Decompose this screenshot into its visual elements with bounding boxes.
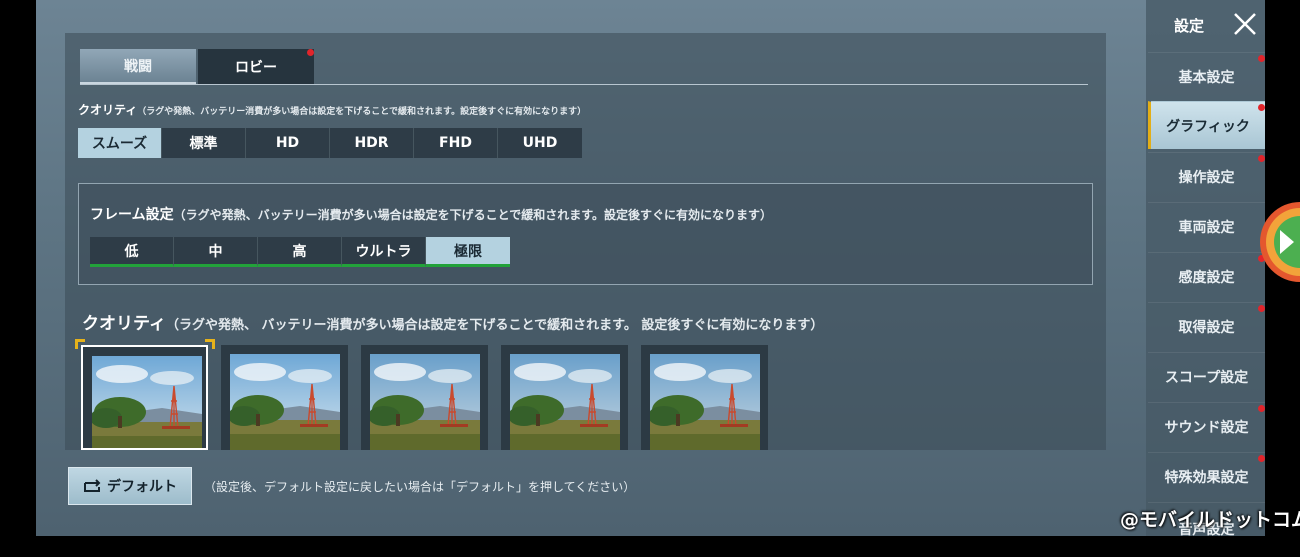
- sidebar-item-label: 感度設定: [1178, 269, 1235, 286]
- settings-title: 設定: [1174, 17, 1205, 35]
- close-button[interactable]: [1230, 9, 1260, 39]
- tab-lobby-label: ロビー: [235, 60, 277, 76]
- sidebar-item-vehicle[interactable]: 車両設定: [1148, 202, 1265, 250]
- default-note: （設定後、デフォルト設定に戻したい場合は「デフォルト」を押してください）: [204, 480, 636, 494]
- frame-option-high[interactable]: 高: [258, 237, 342, 267]
- tab-divider: [80, 84, 1088, 85]
- quality-heading: クオリティ（ラグや発熱、バッテリー消費が多い場合は設定を下げることで緩和されます…: [78, 101, 586, 118]
- sidebar-item-sensitivity[interactable]: 感度設定: [1148, 252, 1265, 300]
- sidebar-item-label: 車両設定: [1178, 219, 1235, 236]
- frame-title: フレーム設定: [90, 207, 174, 223]
- landscape-preview: [230, 354, 340, 450]
- quality-option-fhd[interactable]: FHD: [414, 128, 498, 158]
- tab-lobby[interactable]: ロビー: [198, 49, 314, 85]
- sidebar-item-sound[interactable]: サウンド設定: [1148, 402, 1265, 450]
- sidebar-item-label: 取得設定: [1178, 319, 1235, 336]
- sidebar-item-basic[interactable]: 基本設定: [1148, 52, 1265, 100]
- quality-option-hd[interactable]: HD: [246, 128, 330, 158]
- style-thumbnail-3[interactable]: [361, 345, 488, 450]
- quality-option-hdr[interactable]: HDR: [330, 128, 414, 158]
- style-title: クオリティ: [82, 314, 166, 334]
- sidebar-item-scope[interactable]: スコープ設定: [1148, 352, 1265, 400]
- frame-settings-box: [78, 183, 1093, 285]
- quality-option-standard[interactable]: 標準: [162, 128, 246, 158]
- screen-border: [0, 536, 1300, 557]
- frame-heading: フレーム設定（ラグや発熱、バッテリー消費が多い場合は設定を下げることで緩和されま…: [90, 204, 772, 224]
- frame-option-ultra[interactable]: ウルトラ: [342, 237, 426, 267]
- style-heading: クオリティ（ラグや発熱、 バッテリー消費が多い場合は設定を下げることで緩和されま…: [82, 309, 823, 334]
- default-button[interactable]: デフォルト: [68, 467, 192, 505]
- quality-option-smooth[interactable]: スムーズ: [78, 128, 162, 158]
- landscape-preview: [650, 354, 760, 450]
- style-thumbnail-4[interactable]: [501, 345, 628, 450]
- style-note: （ラグや発熱、 バッテリー消費が多い場合は設定を下げることで緩和されます。 設定…: [165, 318, 824, 333]
- sidebar-item-label: 操作設定: [1178, 169, 1235, 186]
- frame-option-medium[interactable]: 中: [174, 237, 258, 267]
- selection-corner: [75, 339, 85, 349]
- style-thumbnail-5[interactable]: [641, 345, 768, 450]
- watermark: @モバイルドットコム: [1120, 509, 1300, 531]
- notification-dot: [307, 49, 314, 56]
- default-button-label: デフォルト: [107, 479, 177, 495]
- landscape-preview: [510, 354, 620, 450]
- frame-option-extreme[interactable]: 極限: [426, 237, 510, 267]
- quality-note: （ラグや発熱、バッテリー消費が多い場合は設定を下げることで緩和されます。設定後す…: [137, 107, 587, 117]
- notification-dot: [1258, 405, 1265, 412]
- sidebar-item-label: 基本設定: [1178, 69, 1235, 86]
- sidebar-item-graphics[interactable]: グラフィック: [1148, 101, 1265, 149]
- notification-dot: [1258, 155, 1265, 162]
- notification-dot: [1258, 104, 1265, 111]
- frame-option-low[interactable]: 低: [90, 237, 174, 267]
- quality-selector: スムーズ 標準 HD HDR FHD UHD: [78, 128, 582, 158]
- notification-dot: [1258, 55, 1265, 62]
- frame-note: （ラグや発熱、バッテリー消費が多い場合は設定を下げることで緩和されます。設定後す…: [173, 208, 773, 222]
- sidebar-item-label: スコープ設定: [1164, 369, 1249, 386]
- sidebar-item-controls[interactable]: 操作設定: [1148, 152, 1265, 200]
- tab-battle-label: 戦闘: [124, 58, 152, 75]
- tab-battle[interactable]: 戦闘: [80, 49, 196, 85]
- sidebar-item-label: 特殊効果設定: [1164, 469, 1249, 486]
- landscape-preview: [92, 356, 202, 448]
- style-thumbnail-2[interactable]: [221, 345, 348, 450]
- landscape-preview: [370, 354, 480, 450]
- style-thumbnail-1[interactable]: [81, 345, 208, 450]
- sidebar-item-label: グラフィック: [1166, 118, 1250, 135]
- sidebar-item-effects[interactable]: 特殊効果設定: [1148, 452, 1265, 500]
- sidebar-item-pickup[interactable]: 取得設定: [1148, 302, 1265, 350]
- close-icon: [1234, 13, 1256, 35]
- sidebar-item-label: サウンド設定: [1164, 419, 1249, 436]
- quality-title: クオリティ: [78, 103, 138, 117]
- notification-dot: [1258, 455, 1265, 462]
- quality-option-uhd[interactable]: UHD: [498, 128, 582, 158]
- selection-corner: [205, 339, 215, 349]
- notification-dot: [1258, 305, 1265, 312]
- reset-icon: [84, 479, 101, 492]
- frame-rate-selector: 低 中 高 ウルトラ 極限: [90, 237, 510, 267]
- floating-game-widget[interactable]: [1258, 200, 1300, 284]
